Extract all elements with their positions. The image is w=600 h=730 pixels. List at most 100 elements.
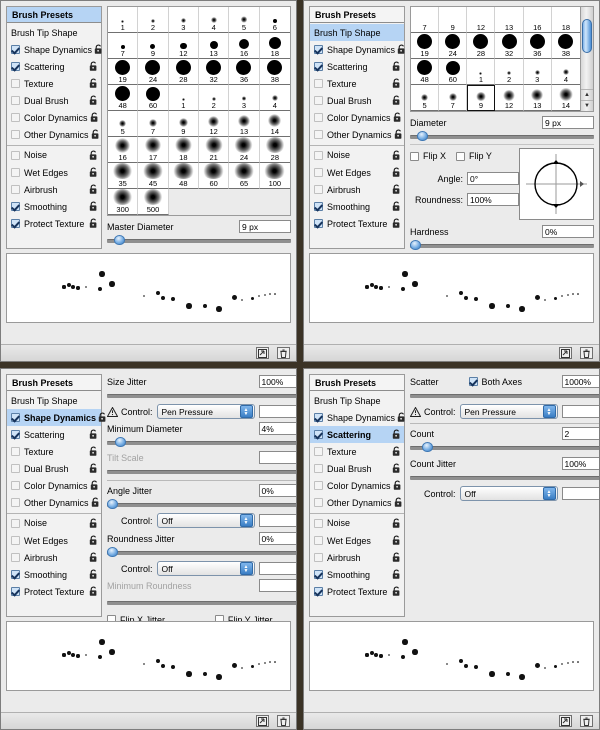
sidebar-item-smoothing[interactable]: Smoothing: [310, 198, 404, 215]
checkbox-box[interactable]: [11, 219, 20, 228]
checkbox-box[interactable]: [314, 553, 323, 562]
lock-icon[interactable]: [89, 446, 98, 457]
chevron-updown-icon[interactable]: ▲▼: [240, 514, 253, 527]
checkbox-box[interactable]: [11, 62, 20, 71]
brush-tip-cell[interactable]: 500: [138, 189, 168, 215]
brush-tip-cell[interactable]: 13: [524, 85, 552, 111]
brush-tip-cell[interactable]: 32: [495, 33, 523, 59]
slider-knob[interactable]: [114, 235, 125, 245]
brush-tip-cell[interactable]: 7: [108, 33, 138, 59]
sidebar-item-shape-dynamics[interactable]: Shape Dynamics: [310, 41, 404, 58]
sidebar-item-wet-edges[interactable]: Wet Edges: [310, 532, 404, 549]
flip-y-checkbox[interactable]: Flip Y: [456, 151, 492, 161]
lock-icon[interactable]: [89, 150, 98, 161]
brush-tip-cell[interactable]: 3: [169, 7, 199, 33]
sidebar-item-protect-texture[interactable]: Protect Texture: [310, 215, 404, 232]
brush-tip-cell[interactable]: 24: [439, 33, 467, 59]
new-brush-icon[interactable]: [559, 715, 572, 727]
sidebar-item-shape-dynamics[interactable]: Shape Dynamics: [7, 41, 101, 58]
brush-tip-cell[interactable]: 1: [108, 7, 138, 33]
lock-icon[interactable]: [91, 497, 100, 508]
checkbox-box[interactable]: [314, 464, 323, 473]
brush-tip-cell[interactable]: 7: [439, 85, 467, 111]
checkbox-box[interactable]: [314, 498, 323, 507]
lock-icon[interactable]: [89, 61, 98, 72]
brush-tip-cell[interactable]: 16: [108, 137, 138, 163]
scroll-up-icon[interactable]: ▲: [581, 89, 593, 100]
brush-tip-cell[interactable]: 7: [411, 7, 439, 33]
lock-icon[interactable]: [392, 150, 401, 161]
sidebar-item-texture[interactable]: Texture: [310, 443, 404, 460]
brush-tip-cell[interactable]: 12: [199, 111, 229, 137]
checkbox-box[interactable]: [11, 464, 20, 473]
brush-tip-cell[interactable]: 36: [524, 33, 552, 59]
brush-tip-cell[interactable]: 24: [229, 137, 259, 163]
checkbox-box[interactable]: [11, 79, 20, 88]
lock-icon[interactable]: [394, 129, 403, 140]
brush-tip-cell[interactable]: 65: [229, 163, 259, 189]
minimum-diameter-slider[interactable]: [107, 437, 297, 447]
size-jitter-slider[interactable]: [107, 390, 297, 400]
lock-icon[interactable]: [392, 184, 401, 195]
sidebar-item-airbrush[interactable]: Airbrush: [310, 181, 404, 198]
brush-tip-cell[interactable]: 5: [411, 85, 439, 111]
slider-knob[interactable]: [422, 442, 433, 452]
sidebar-item-dual-brush[interactable]: Dual Brush: [7, 460, 101, 477]
master-diameter-slider[interactable]: [107, 235, 291, 245]
brush-tip-cell[interactable]: 19: [108, 59, 138, 85]
checkbox-box[interactable]: [314, 168, 323, 177]
lock-icon[interactable]: [397, 412, 406, 423]
angle-control-extra-field[interactable]: [259, 514, 297, 527]
count-slider[interactable]: [410, 442, 600, 452]
brush-tip-cell[interactable]: 1: [169, 85, 199, 111]
sidebar-item-brush-presets[interactable]: Brush Presets: [7, 375, 101, 391]
checkbox-box[interactable]: [11, 536, 20, 545]
scatter-control-extra-field[interactable]: [562, 405, 600, 418]
scatter-value[interactable]: 1000%: [562, 375, 600, 388]
sidebar-item-wet-edges[interactable]: Wet Edges: [7, 164, 101, 181]
brush-tip-cell[interactable]: 9: [169, 111, 199, 137]
lock-icon[interactable]: [392, 201, 401, 212]
lock-icon[interactable]: [91, 129, 100, 140]
sidebar-item-color-dynamics[interactable]: Color Dynamics: [7, 109, 101, 126]
lock-icon[interactable]: [89, 95, 98, 106]
brush-tip-cell[interactable]: 300: [108, 189, 138, 215]
brush-tip-cell[interactable]: 13: [199, 33, 229, 59]
checkbox-box[interactable]: [11, 570, 20, 579]
lock-icon[interactable]: [89, 463, 98, 474]
brush-tip-cell[interactable]: 48: [108, 85, 138, 111]
brush-tip-cell[interactable]: 14: [260, 111, 290, 137]
checkbox-box[interactable]: [314, 447, 323, 456]
brush-tip-grid[interactable]: 791213161819242832363848601234579121314: [411, 7, 580, 111]
lock-icon[interactable]: [392, 518, 401, 529]
chevron-updown-icon[interactable]: ▲▼: [240, 562, 253, 575]
lock-icon[interactable]: [90, 480, 99, 491]
brush-tip-cell[interactable]: 28: [467, 33, 495, 59]
size-control-select[interactable]: Pen Pressure ▲▼: [157, 404, 255, 419]
lock-icon[interactable]: [89, 167, 98, 178]
lock-icon[interactable]: [393, 480, 402, 491]
new-brush-icon[interactable]: [256, 347, 269, 359]
chevron-updown-icon[interactable]: ▲▼: [543, 405, 556, 418]
count-control-select[interactable]: Off ▲▼: [460, 486, 558, 501]
minimum-diameter-value[interactable]: 4%: [259, 422, 297, 435]
sidebar-item-brush-presets[interactable]: Brush Presets: [7, 7, 101, 23]
lock-icon[interactable]: [392, 61, 401, 72]
sidebar-item-color-dynamics[interactable]: Color Dynamics: [310, 477, 404, 494]
checkbox-box[interactable]: [11, 185, 20, 194]
checkbox-box[interactable]: [11, 168, 20, 177]
checkbox-box[interactable]: [314, 536, 323, 545]
sidebar-item-protect-texture[interactable]: Protect Texture: [7, 215, 101, 232]
lock-icon[interactable]: [392, 167, 401, 178]
scatter-slider[interactable]: [410, 390, 600, 400]
brush-tip-cell[interactable]: 7: [138, 111, 168, 137]
lock-icon[interactable]: [397, 44, 406, 55]
brush-tip-cell[interactable]: 4: [552, 59, 580, 85]
sidebar-item-brush-presets[interactable]: Brush Presets: [310, 375, 404, 391]
checkbox-box[interactable]: [314, 130, 323, 139]
checkbox-box[interactable]: [314, 219, 323, 228]
flip-x-checkbox[interactable]: Flip X: [410, 151, 446, 161]
checkbox-box[interactable]: [314, 96, 323, 105]
lock-icon[interactable]: [89, 184, 98, 195]
brush-tip-cell[interactable]: 13: [495, 7, 523, 33]
